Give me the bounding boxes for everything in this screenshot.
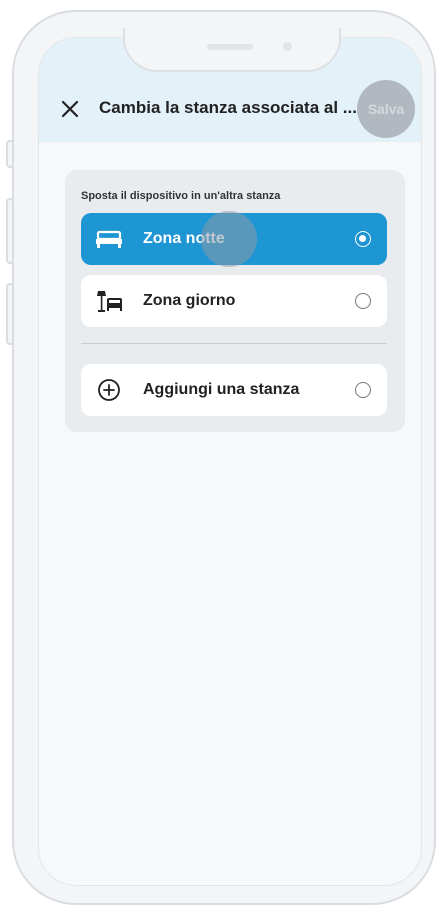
living-room-icon: [95, 289, 123, 313]
room-label: Zona giorno: [143, 292, 236, 309]
radio-unselected[interactable]: [355, 293, 371, 309]
bed-icon: [95, 227, 123, 251]
page-title: Cambia la stanza associata al ...: [99, 98, 357, 117]
front-camera: [283, 42, 292, 51]
radio-selected[interactable]: [355, 231, 371, 247]
touch-indicator: [201, 211, 257, 267]
room-selection-panel: Sposta il dispositivo in un'altra stanza…: [65, 170, 405, 432]
close-icon[interactable]: [59, 98, 81, 120]
divider: [81, 343, 387, 344]
panel-label: Sposta il dispositivo in un'altra stanza: [81, 190, 281, 202]
radio-dot: [359, 235, 366, 242]
speaker-grille: [207, 44, 253, 50]
app-screen: Cambia la stanza associata al ... Salva …: [38, 37, 422, 886]
room-option-zona-giorno[interactable]: Zona giorno: [81, 275, 387, 327]
add-room-label: Aggiungi una stanza: [143, 381, 300, 398]
add-room-option[interactable]: Aggiungi una stanza: [81, 364, 387, 416]
save-button[interactable]: Salva: [357, 80, 415, 138]
radio-unselected[interactable]: [355, 382, 371, 398]
add-circle-icon: [95, 378, 123, 402]
phone-notch: [123, 28, 341, 72]
